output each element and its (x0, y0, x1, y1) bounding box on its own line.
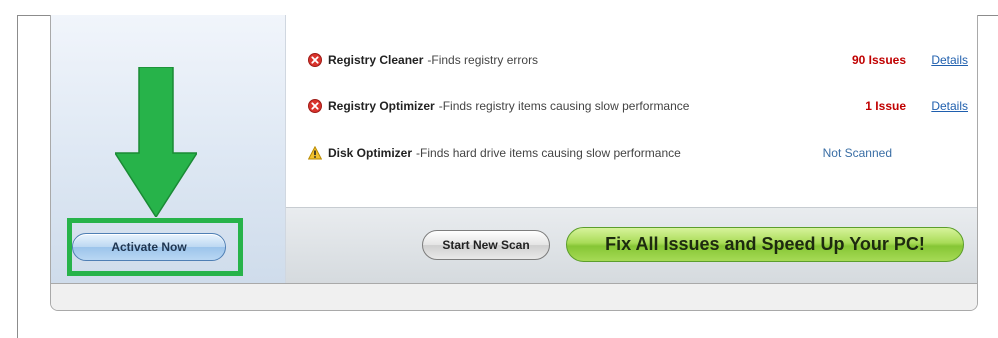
fix-all-issues-button[interactable]: Fix All Issues and Speed Up Your PC! (566, 227, 964, 262)
start-new-scan-button[interactable]: Start New Scan (422, 230, 550, 260)
issue-title: Disk Optimizer (328, 146, 413, 160)
activate-now-button[interactable]: Activate Now (72, 233, 226, 261)
issue-title: Registry Optimizer (328, 99, 435, 113)
issue-description: -Finds registry errors (427, 53, 539, 67)
issue-description: -Finds registry items causing slow perfo… (438, 99, 690, 113)
window-bottom-strip (51, 283, 977, 310)
action-bar: Start New Scan Fix All Issues and Speed … (286, 207, 977, 284)
app-window: Activate Now Registry Cleaner -Finds reg… (50, 15, 978, 311)
details-link[interactable]: Details (918, 99, 968, 113)
scan-status: Not Scanned (822, 146, 892, 160)
issue-row-registry-cleaner: Registry Cleaner -Finds registry errors … (308, 50, 968, 70)
sidebar: Activate Now (51, 15, 286, 283)
details-link[interactable]: Details (918, 53, 968, 67)
issue-title: Registry Cleaner (328, 53, 424, 67)
issue-row-disk-optimizer: Disk Optimizer -Finds hard drive items c… (308, 143, 968, 163)
error-icon (308, 53, 322, 67)
warning-icon (308, 146, 322, 160)
issue-count: 90 Issues (851, 53, 906, 67)
issue-description: -Finds hard drive items causing slow per… (416, 146, 681, 160)
arrow-down-icon (115, 67, 197, 217)
issue-count: 1 Issue (865, 99, 906, 113)
issue-row-registry-optimizer: Registry Optimizer -Finds registry items… (308, 96, 968, 116)
scan-results-panel: Registry Cleaner -Finds registry errors … (286, 15, 977, 207)
error-icon (308, 99, 322, 113)
